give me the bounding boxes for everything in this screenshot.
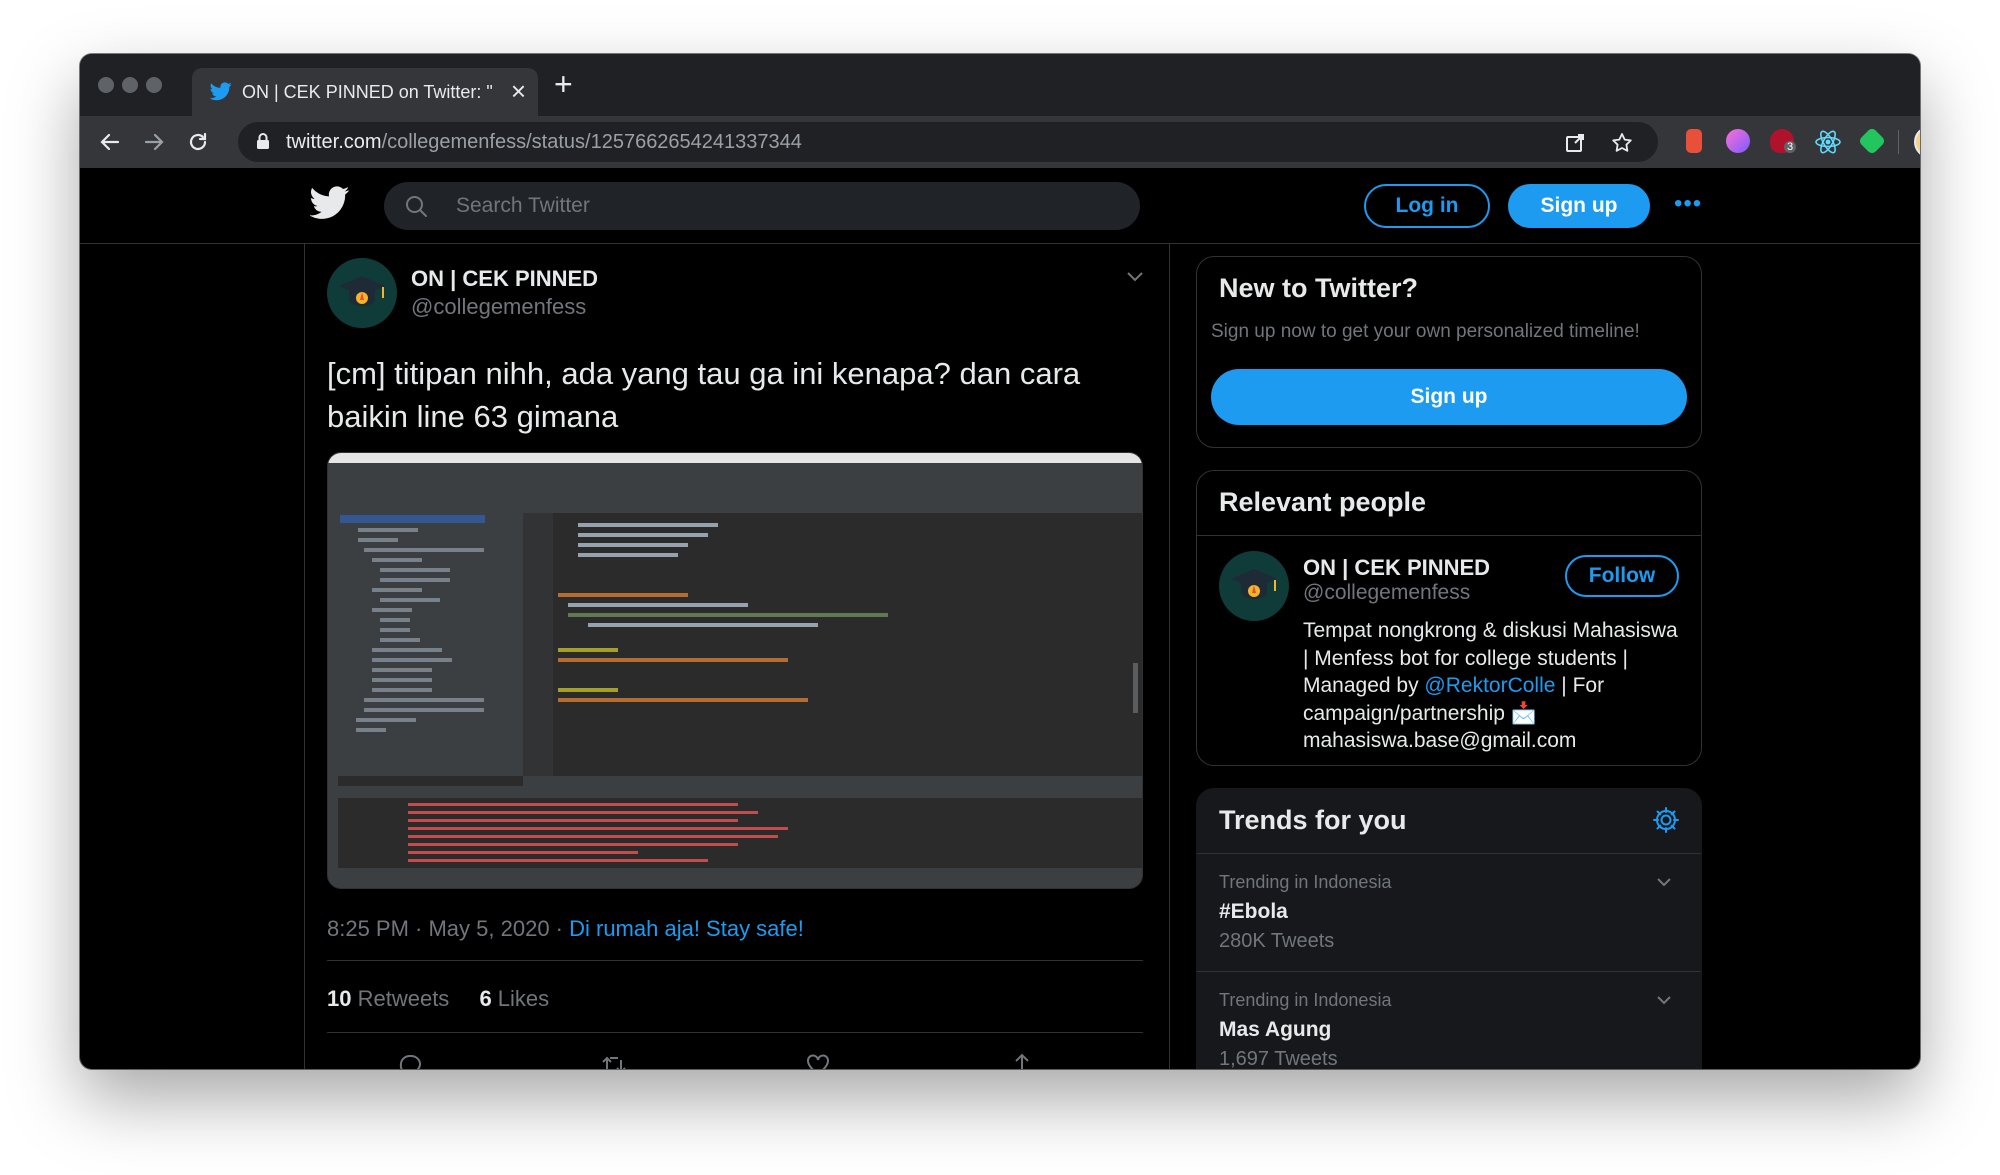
likes-label: Likes <box>491 986 550 1011</box>
relevant-person-handle[interactable]: @collegemenfess <box>1303 581 1470 605</box>
new-tab-button[interactable]: + <box>554 66 573 102</box>
address-bar[interactable]: twitter.com/collegemenfess/status/125766… <box>238 122 1658 162</box>
likes-count: 6 <box>479 986 492 1011</box>
trend-item[interactable]: Trending in Indonesia Mas Agung 1,697 Tw… <box>1197 971 1701 1069</box>
lock-icon[interactable] <box>256 132 270 150</box>
tab-title: ON | CEK PINNED on Twitter: " <box>242 82 492 102</box>
divider <box>327 1032 1143 1033</box>
tweet-author-name[interactable]: ON | CEK PINNED <box>411 266 598 292</box>
url-host: twitter.com <box>286 131 382 153</box>
divider <box>1197 535 1701 536</box>
search-placeholder: Search Twitter <box>456 194 590 217</box>
chevron-down-icon[interactable] <box>1655 994 1673 1006</box>
tweet-detail: ON | CEK PINNED @collegemenfess [cm] tit… <box>304 244 1170 1069</box>
new-to-twitter-title: New to Twitter? <box>1219 273 1418 303</box>
trend-name: Mas Agung <box>1219 1018 1332 1041</box>
new-to-twitter-subtitle: Sign up now to get your own personalized… <box>1211 321 1640 342</box>
sidebar-signup-button[interactable]: Sign up <box>1211 369 1687 425</box>
relevant-people-title: Relevant people <box>1219 487 1427 517</box>
retweets-label: Retweets <box>351 986 450 1011</box>
tab-strip: ON | CEK PINNED on Twitter: " × + <box>80 54 1920 116</box>
divider <box>327 960 1143 961</box>
tweet-author-avatar[interactable] <box>327 258 397 328</box>
browser-window: ON | CEK PINNED on Twitter: " × + twitte… <box>80 54 1920 1069</box>
like-icon[interactable] <box>805 1052 831 1069</box>
browser-toolbar: twitter.com/collegemenfess/status/125766… <box>80 116 1920 168</box>
extension-gradient-icon[interactable] <box>1726 129 1750 153</box>
graduation-cap-logo-icon <box>339 276 385 306</box>
reload-icon[interactable] <box>186 130 210 154</box>
signup-button[interactable]: Sign up <box>1508 184 1650 228</box>
forward-arrow-icon[interactable] <box>142 130 166 154</box>
url-text[interactable]: twitter.com/collegemenfess/status/125766… <box>286 131 802 154</box>
relevant-person-bio: Tempat nongkrong & diskusi Mahasiswa | M… <box>1303 617 1683 755</box>
trends-title: Trends for you <box>1219 805 1407 835</box>
relevant-person-avatar[interactable] <box>1219 551 1289 621</box>
extension-ublock-icon[interactable]: 3 <box>1770 129 1797 153</box>
window-minimize-button[interactable] <box>122 77 138 93</box>
search-input[interactable]: Search Twitter <box>384 182 1140 230</box>
twitter-logo-icon[interactable] <box>310 182 350 222</box>
toolbar-separator <box>1898 130 1899 154</box>
trends-card: Trends for you Trending in Indonesia #Eb… <box>1196 788 1702 1069</box>
chevron-down-icon[interactable] <box>1125 270 1145 284</box>
profile-avatar[interactable] <box>1914 126 1920 158</box>
trend-item[interactable]: Trending in Indonesia #Ebola 280K Tweets <box>1197 853 1701 971</box>
trend-count: 1,697 Tweets <box>1219 1048 1338 1069</box>
trend-context: Trending in Indonesia <box>1219 990 1392 1010</box>
extension-badge: 3 <box>1784 141 1797 153</box>
retweets-count: 10 <box>327 986 352 1011</box>
relevant-people-card: Relevant people ON | CEK PINNED @college… <box>1196 470 1702 766</box>
tweet-actions <box>327 1052 1143 1069</box>
window-maximize-button[interactable] <box>146 77 162 93</box>
ide-screenshot-image <box>328 453 1142 888</box>
twitter-favicon-icon <box>210 82 232 101</box>
tweet-time[interactable]: 8:25 PM · May 5, 2020 · <box>327 916 569 941</box>
back-arrow-icon[interactable] <box>98 130 122 154</box>
browser-tab[interactable]: ON | CEK PINNED on Twitter: " × <box>192 68 538 116</box>
tweet-author-handle[interactable]: @collegemenfess <box>411 294 586 320</box>
retweet-icon[interactable] <box>601 1052 627 1069</box>
window-close-button[interactable] <box>98 77 114 93</box>
tab-close-button[interactable]: × <box>511 76 526 106</box>
reply-icon[interactable] <box>397 1052 423 1069</box>
share-icon[interactable] <box>1009 1052 1035 1069</box>
trend-name: #Ebola <box>1219 900 1288 923</box>
extension-green-icon[interactable] <box>1857 126 1887 156</box>
trend-count: 280K Tweets <box>1219 930 1335 952</box>
bio-mention-link[interactable]: @RektorColle <box>1424 674 1555 697</box>
trend-context: Trending in Indonesia <box>1219 872 1392 892</box>
extension-fire-icon[interactable] <box>1686 129 1702 153</box>
tweet-timestamp: 8:25 PM · May 5, 2020 · Di rumah aja! St… <box>327 916 804 942</box>
tweet-image-screenshot[interactable] <box>327 452 1143 889</box>
chevron-down-icon[interactable] <box>1655 876 1673 888</box>
react-devtools-icon[interactable] <box>1814 128 1842 156</box>
login-button[interactable]: Log in <box>1364 184 1490 228</box>
graduation-cap-logo-icon <box>1231 569 1277 599</box>
relevant-person-name[interactable]: ON | CEK PINNED <box>1303 555 1490 581</box>
open-in-window-icon[interactable] <box>1564 132 1586 154</box>
tweet-stats: 10 Retweets 6 Likes <box>327 986 549 1012</box>
url-path: /collegemenfess/status/12576626542413373… <box>381 131 802 153</box>
follow-button[interactable]: Follow <box>1565 555 1679 597</box>
tweet-source-link[interactable]: Di rumah aja! Stay safe! <box>569 916 804 941</box>
search-icon <box>406 196 427 217</box>
retweets-stat[interactable]: 10 Retweets <box>327 986 449 1011</box>
tweet-text: [cm] titipan nihh, ada yang tau ga ini k… <box>327 356 1081 434</box>
twitter-header: Search Twitter Log in Sign up ••• <box>80 168 1920 244</box>
likes-stat[interactable]: 6 Likes <box>479 986 549 1011</box>
new-to-twitter-card: New to Twitter? Sign up now to get your … <box>1196 256 1702 448</box>
bookmark-star-icon[interactable] <box>1610 131 1634 155</box>
more-options-icon[interactable]: ••• <box>1674 190 1702 218</box>
gear-icon[interactable] <box>1651 805 1681 835</box>
